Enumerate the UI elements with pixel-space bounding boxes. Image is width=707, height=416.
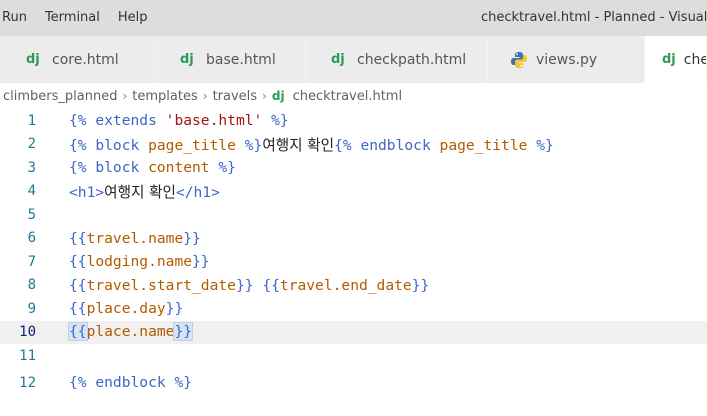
code-line-current[interactable]: 10 {{place.name}} bbox=[0, 320, 707, 344]
code-line[interactable]: 5 bbox=[0, 203, 707, 227]
code-text: <h1>여행지 확인</h1> bbox=[69, 183, 220, 201]
code-line[interactable]: 2 {% block page_title %}여행지 확인{% endbloc… bbox=[0, 133, 707, 157]
tab-label: checkpath.html bbox=[357, 51, 467, 68]
menu-help[interactable]: Help bbox=[109, 0, 157, 36]
chevron-right-icon: › bbox=[122, 89, 128, 103]
code-text: {{place.name}} bbox=[68, 322, 194, 342]
line-number: 3 bbox=[27, 159, 36, 176]
code-text: {% block content %} bbox=[69, 159, 236, 177]
code-line[interactable]: 8 {{travel.start_date}} {{travel.end_dat… bbox=[0, 274, 707, 298]
code-text: {{travel.start_date}} {{travel.end_date}… bbox=[69, 276, 430, 294]
code-text: {{lodging.name}} bbox=[69, 253, 210, 271]
breadcrumb: climbers_planned › templates › travels ›… bbox=[0, 83, 707, 109]
django-icon: dj bbox=[180, 52, 194, 67]
code-line[interactable]: 11 bbox=[0, 344, 707, 368]
code-line[interactable]: 9 {{place.day}} bbox=[0, 297, 707, 321]
code-line[interactable]: 4 <h1>여행지 확인</h1> bbox=[0, 180, 707, 204]
django-icon: dj bbox=[271, 89, 285, 103]
code-text: {% block page_title %}여행지 확인{% endblock … bbox=[69, 136, 554, 154]
code-line[interactable]: 7 {{lodging.name}} bbox=[0, 250, 707, 274]
code-text: {{place.day}} bbox=[69, 300, 184, 318]
chevron-right-icon: › bbox=[262, 89, 267, 103]
line-number: 9 bbox=[27, 300, 36, 317]
line-number: 7 bbox=[27, 253, 36, 270]
tab-views-py[interactable]: views.py bbox=[488, 36, 645, 83]
code-line[interactable]: 1 {% extends 'base.html' %} bbox=[0, 109, 707, 133]
line-number: 5 bbox=[27, 206, 36, 223]
code-editor[interactable]: 1 {% extends 'base.html' %} 2 {% block p… bbox=[0, 109, 707, 416]
line-number: 6 bbox=[27, 230, 36, 247]
line-number: 1 bbox=[27, 112, 36, 129]
code-text: {{travel.name}} bbox=[69, 229, 201, 247]
code-line[interactable]: 6 {{travel.name}} bbox=[0, 227, 707, 251]
tab-label: che bbox=[683, 51, 707, 68]
tab-checkpath-html[interactable]: dj checkpath.html bbox=[306, 36, 488, 83]
tab-checktravel-html[interactable]: dj che bbox=[645, 36, 707, 83]
text-cursor bbox=[192, 323, 194, 342]
tab-label: base.html bbox=[206, 51, 276, 68]
chevron-right-icon: › bbox=[202, 89, 208, 103]
tab-core-html[interactable]: dj core.html bbox=[0, 36, 155, 83]
window-title: checktravel.html - Planned - Visual bbox=[481, 10, 707, 25]
django-icon: dj bbox=[662, 52, 676, 67]
code-line[interactable]: 12 {% endblock %} bbox=[0, 371, 707, 395]
code-text: {% extends 'base.html' %} bbox=[69, 112, 289, 130]
line-number: 10 bbox=[19, 324, 36, 341]
django-icon: dj bbox=[331, 52, 345, 67]
tab-label: core.html bbox=[52, 51, 119, 68]
menu-run[interactable]: Run bbox=[0, 0, 36, 36]
tab-label: views.py bbox=[536, 51, 598, 68]
title-bar: Run Terminal Help checktravel.html - Pla… bbox=[0, 0, 707, 36]
line-number: 8 bbox=[27, 277, 36, 294]
django-icon: dj bbox=[26, 52, 40, 67]
editor-tab-bar: dj core.html dj base.html dj checkpath.h… bbox=[0, 36, 707, 83]
breadcrumb-item[interactable]: travels bbox=[213, 89, 257, 104]
breadcrumb-item[interactable]: templates bbox=[132, 89, 197, 104]
line-number: 2 bbox=[27, 136, 36, 153]
tab-base-html[interactable]: dj base.html bbox=[155, 36, 306, 83]
line-number: 11 bbox=[19, 347, 36, 364]
breadcrumb-item[interactable]: climbers_planned bbox=[3, 89, 117, 104]
bracket-match-highlight: }} bbox=[173, 322, 194, 342]
python-icon bbox=[510, 51, 528, 69]
code-line[interactable]: 3 {% block content %} bbox=[0, 156, 707, 180]
line-number: 4 bbox=[27, 183, 36, 200]
menu-terminal[interactable]: Terminal bbox=[36, 0, 109, 36]
breadcrumb-file[interactable]: checktravel.html bbox=[293, 89, 403, 104]
code-text: {% endblock %} bbox=[69, 374, 193, 392]
bracket-match-highlight: {{ bbox=[68, 322, 88, 342]
line-number: 12 bbox=[19, 374, 36, 391]
